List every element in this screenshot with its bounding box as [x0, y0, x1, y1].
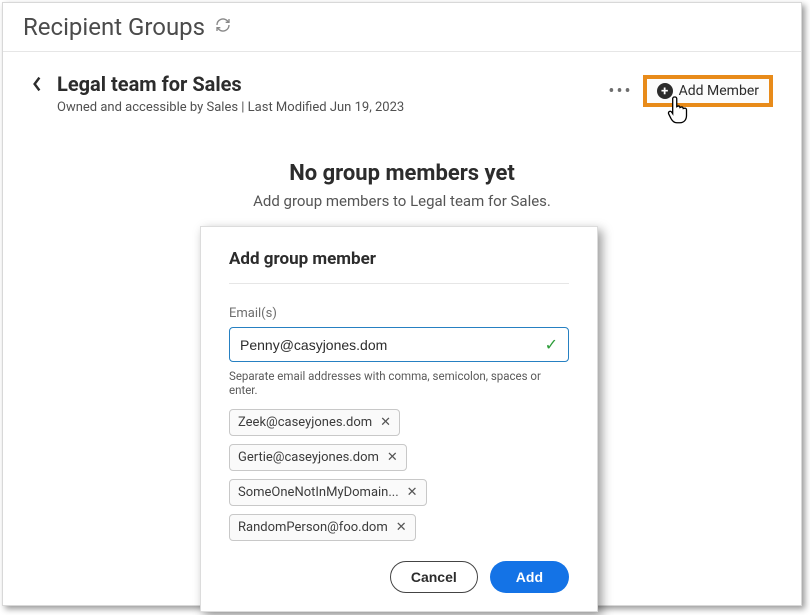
email-chips-list: Zeek@caseyjones.dom ✕ Gertie@caseyjones.… [229, 409, 569, 541]
empty-state-title: No group members yet [3, 161, 801, 186]
plus-circle-icon: + [657, 83, 673, 99]
remove-chip-icon[interactable]: ✕ [380, 415, 391, 430]
chip-text: Zeek@caseyjones.dom [238, 415, 372, 430]
email-input[interactable] [240, 337, 545, 353]
email-chip[interactable]: RandomPerson@foo.dom ✕ [229, 514, 416, 541]
remove-chip-icon[interactable]: ✕ [396, 520, 407, 535]
cancel-button[interactable]: Cancel [390, 561, 478, 593]
page-title: Recipient Groups [23, 13, 205, 41]
email-chip[interactable]: Gertie@caseyjones.dom ✕ [229, 444, 407, 471]
add-member-label: Add Member [679, 83, 759, 99]
group-subtitle: Owned and accessible by Sales | Last Mod… [57, 100, 608, 115]
email-chip[interactable]: SomeOneNotInMyDomain... ✕ [229, 479, 427, 506]
check-icon: ✓ [545, 335, 558, 354]
chip-text: Gertie@caseyjones.dom [238, 450, 379, 465]
email-input-container[interactable]: ✓ [229, 327, 569, 362]
email-help-text: Separate email addresses with comma, sem… [229, 369, 569, 397]
remove-chip-icon[interactable]: ✕ [407, 485, 418, 500]
modal-title: Add group member [229, 249, 569, 284]
empty-state: No group members yet Add group members t… [3, 161, 801, 210]
group-name: Legal team for Sales [57, 72, 608, 96]
add-member-modal: Add group member Email(s) ✓ Separate ema… [200, 226, 598, 612]
add-member-button[interactable]: + Add Member [643, 75, 773, 107]
cursor-hand-icon [667, 95, 693, 129]
refresh-icon[interactable] [215, 17, 231, 37]
add-button[interactable]: Add [490, 561, 569, 593]
chip-text: RandomPerson@foo.dom [238, 520, 388, 535]
back-chevron-icon[interactable] [31, 72, 43, 97]
page-header: Recipient Groups [3, 3, 801, 52]
remove-chip-icon[interactable]: ✕ [387, 450, 398, 465]
modal-actions: Cancel Add [229, 561, 569, 593]
email-chip[interactable]: Zeek@caseyjones.dom ✕ [229, 409, 400, 436]
email-field-label: Email(s) [229, 306, 569, 321]
group-header: Legal team for Sales Owned and accessibl… [3, 52, 801, 125]
more-options-icon[interactable]: ••• [608, 81, 632, 102]
chip-text: SomeOneNotInMyDomain... [238, 485, 399, 500]
empty-state-subtitle: Add group members to Legal team for Sale… [3, 192, 801, 210]
